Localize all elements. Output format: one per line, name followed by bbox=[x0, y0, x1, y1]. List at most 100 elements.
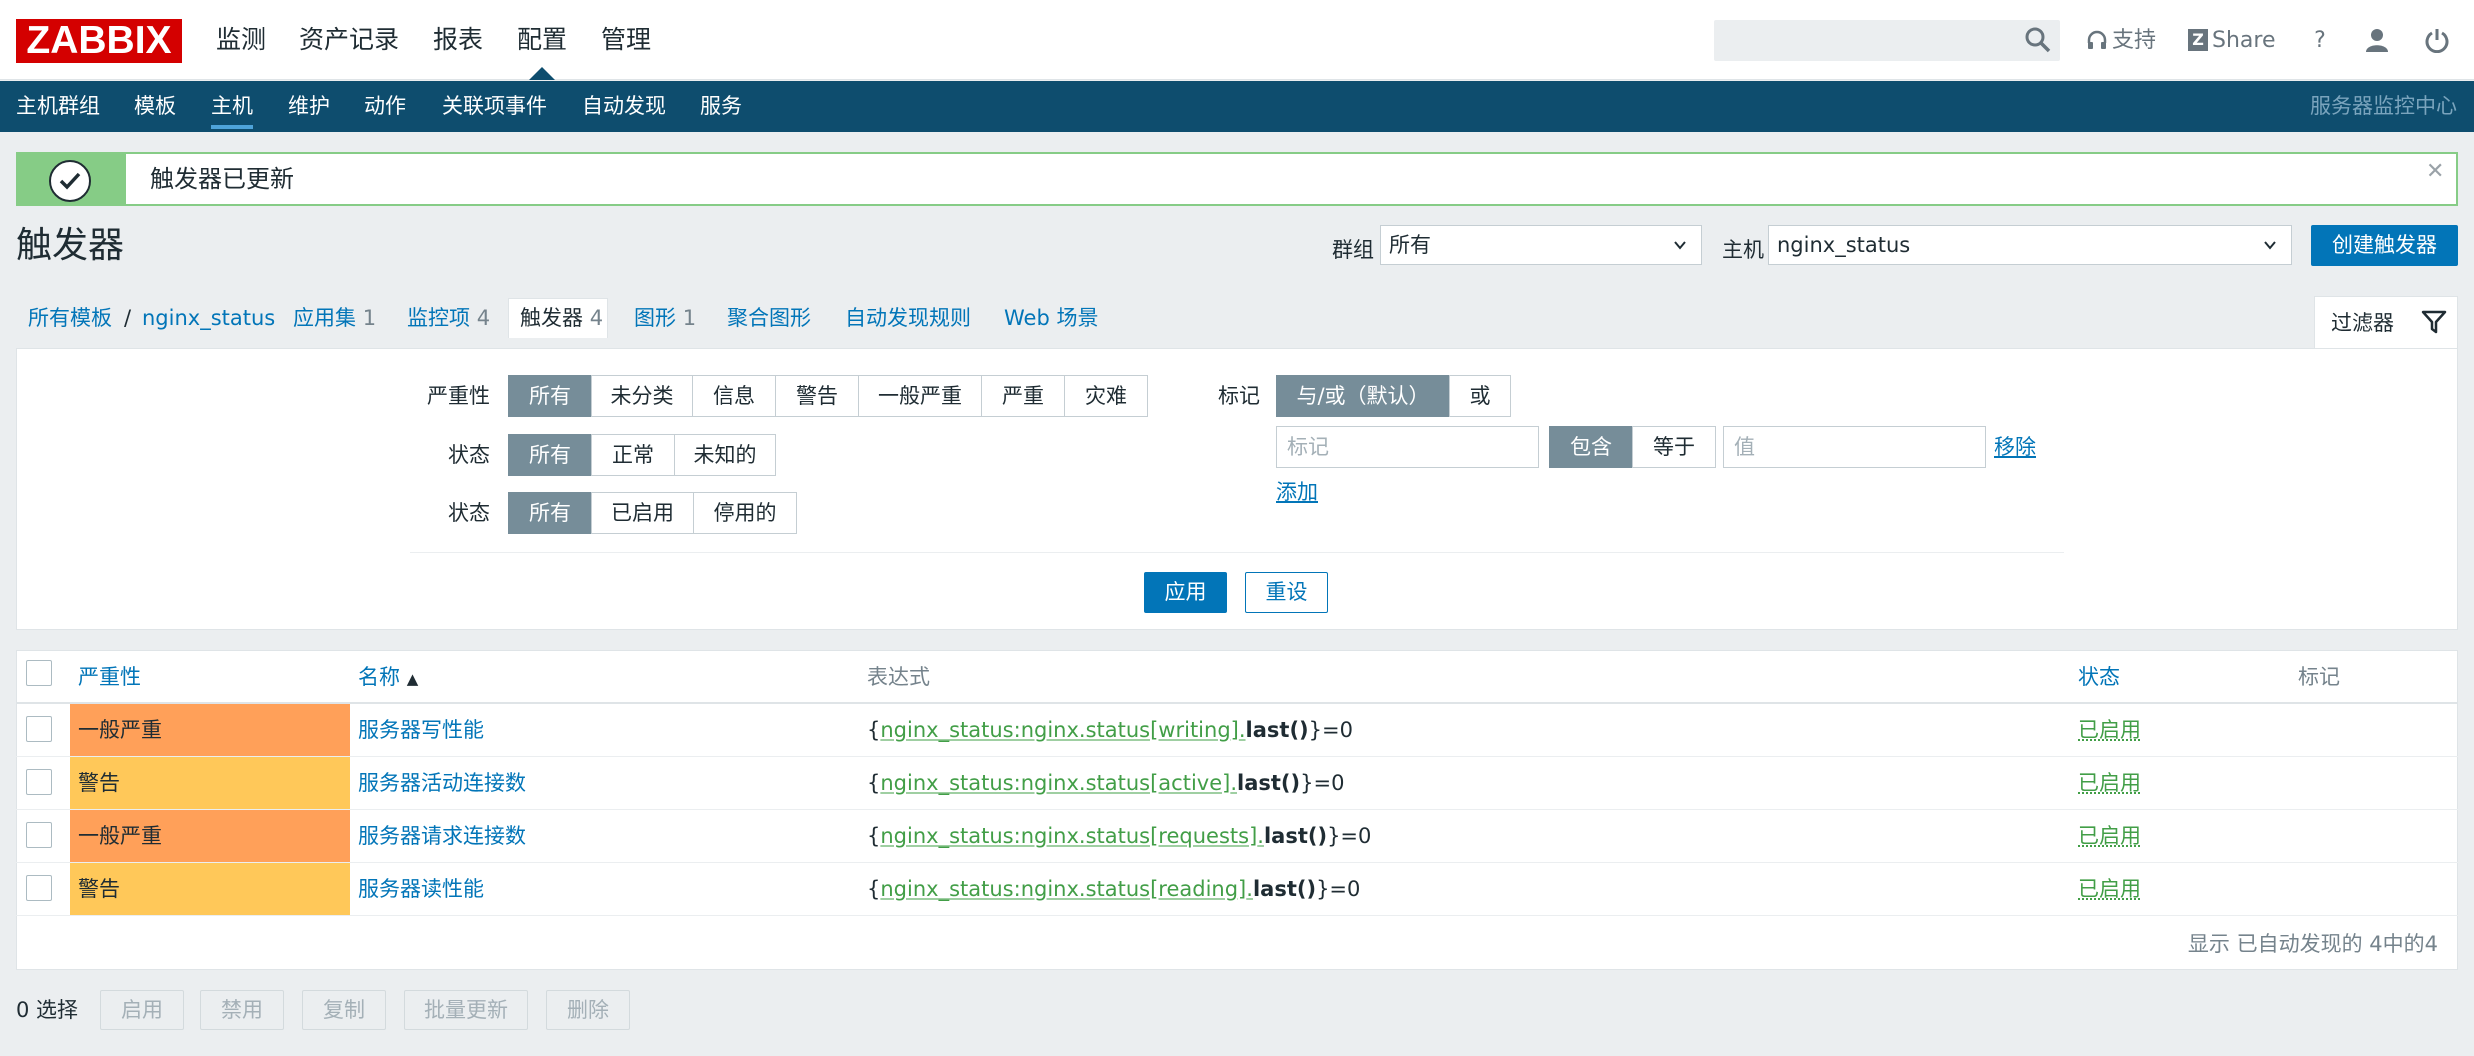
host-select-value: nginx_status bbox=[1777, 233, 1911, 257]
tag-add-link[interactable]: 添加 bbox=[1276, 472, 1318, 512]
submenu-discovery[interactable]: 自动发现 bbox=[582, 81, 666, 132]
tags-or[interactable]: 或 bbox=[1449, 375, 1511, 417]
header-severity[interactable]: 严重性 bbox=[78, 652, 141, 702]
expression-item-link[interactable]: nginx_status:nginx.status[requests] bbox=[880, 824, 1257, 848]
header-name[interactable]: 名称 ▲ bbox=[358, 652, 418, 702]
severity-label: 严重性 bbox=[427, 384, 490, 408]
status-toggle[interactable]: 已启用 bbox=[2078, 810, 2141, 862]
severity-warning[interactable]: 警告 bbox=[775, 375, 859, 417]
mass-update-button[interactable]: 批量更新 bbox=[404, 990, 528, 1030]
header-expression: 表达式 bbox=[867, 665, 930, 689]
host-select[interactable]: nginx_status bbox=[1768, 225, 2292, 265]
reset-button[interactable]: 重设 bbox=[1245, 572, 1328, 613]
apply-button[interactable]: 应用 bbox=[1144, 572, 1227, 613]
group-label: 群组 bbox=[1332, 238, 1374, 262]
expression-item-link[interactable]: nginx_status:nginx.status[writing] bbox=[880, 718, 1238, 742]
tab-discovery-rules[interactable]: 自动发现规则 bbox=[845, 300, 971, 336]
submenu-correlation[interactable]: 关联项事件 bbox=[442, 81, 547, 132]
severity-all[interactable]: 所有 bbox=[508, 375, 592, 417]
expression-item-link[interactable]: nginx_status:nginx.status[active] bbox=[880, 771, 1230, 795]
tag-remove-link[interactable]: 移除 bbox=[1994, 426, 2036, 468]
state-label: 状态 bbox=[448, 443, 490, 467]
severity-cell: 一般严重 bbox=[70, 810, 350, 862]
tags-and-or[interactable]: 与/或（默认） bbox=[1276, 375, 1450, 417]
tab-triggers[interactable]: 触发器 4 bbox=[520, 300, 603, 336]
filter-icon bbox=[2421, 310, 2447, 334]
breadcrumb-all-templates[interactable]: 所有模板 bbox=[28, 300, 112, 336]
row-checkbox[interactable] bbox=[26, 822, 52, 848]
tag-value-input[interactable]: 值 bbox=[1723, 426, 1986, 468]
sign-out-icon[interactable] bbox=[2424, 27, 2450, 53]
status-toggle[interactable]: 已启用 bbox=[2078, 757, 2141, 809]
severity-high[interactable]: 严重 bbox=[981, 375, 1065, 417]
submenu-actions[interactable]: 动作 bbox=[364, 81, 406, 132]
row-checkbox[interactable] bbox=[26, 875, 52, 901]
copy-button[interactable]: 复制 bbox=[302, 990, 386, 1030]
breadcrumb-host[interactable]: nginx_status bbox=[142, 300, 275, 336]
row-checkbox[interactable] bbox=[26, 716, 52, 742]
status-enabled[interactable]: 已启用 bbox=[591, 492, 694, 534]
submenu-host-groups[interactable]: 主机群组 bbox=[16, 81, 100, 132]
disable-button[interactable]: 禁用 bbox=[200, 990, 284, 1030]
status-all[interactable]: 所有 bbox=[508, 492, 592, 534]
submenu-maintenance[interactable]: 维护 bbox=[288, 81, 330, 132]
expression-item-link[interactable]: nginx_status:nginx.status[reading] bbox=[880, 877, 1246, 901]
menu-reports[interactable]: 报表 bbox=[433, 0, 483, 80]
support-link[interactable]: 支持 bbox=[2112, 24, 2156, 58]
chevron-down-icon bbox=[2264, 241, 2276, 250]
close-icon[interactable]: ✕ bbox=[2426, 152, 2444, 192]
tab-applications[interactable]: 应用集 1 bbox=[293, 300, 376, 336]
share-link[interactable]: Share bbox=[2212, 24, 2276, 58]
severity-not-classified[interactable]: 未分类 bbox=[591, 375, 693, 417]
submenu-hosts[interactable]: 主机 bbox=[211, 81, 253, 132]
search-input[interactable] bbox=[1714, 20, 2060, 61]
trigger-name-link[interactable]: 服务器活动连接数 bbox=[358, 757, 526, 809]
select-all-checkbox[interactable] bbox=[26, 660, 52, 686]
table-footer-count: 显示 已自动发现的 4中的4 bbox=[2187, 932, 2438, 956]
page-title: 触发器 bbox=[16, 225, 125, 266]
state-unknown[interactable]: 未知的 bbox=[674, 434, 776, 476]
header-tags: 标记 bbox=[2298, 665, 2340, 689]
severity-disaster[interactable]: 灾难 bbox=[1064, 375, 1148, 417]
severity-average[interactable]: 一般严重 bbox=[858, 375, 982, 417]
menu-configuration[interactable]: 配置 bbox=[517, 0, 567, 80]
menu-inventory[interactable]: 资产记录 bbox=[299, 0, 399, 80]
trigger-name-link[interactable]: 服务器读性能 bbox=[358, 863, 484, 915]
row-checkbox[interactable] bbox=[26, 769, 52, 795]
header-status[interactable]: 状态 bbox=[2078, 652, 2120, 702]
help-icon[interactable]: ? bbox=[2310, 24, 2330, 58]
expression-cell: {nginx_status:nginx.status[active].last(… bbox=[867, 771, 1345, 795]
delete-button[interactable]: 删除 bbox=[546, 990, 630, 1030]
submenu-services[interactable]: 服务 bbox=[700, 81, 742, 132]
filter-tab[interactable]: 过滤器 bbox=[2314, 296, 2458, 348]
group-select[interactable]: 所有 bbox=[1380, 225, 1702, 265]
create-trigger-button[interactable]: 创建触发器 bbox=[2311, 225, 2458, 266]
status-disabled[interactable]: 停用的 bbox=[693, 492, 797, 534]
expression-cell: {nginx_status:nginx.status[reading].last… bbox=[867, 877, 1361, 901]
tag-name-input[interactable]: 标记 bbox=[1276, 426, 1539, 468]
tab-graphs[interactable]: 图形 1 bbox=[634, 300, 696, 336]
host-label: 主机 bbox=[1722, 238, 1764, 262]
trigger-name-link[interactable]: 服务器写性能 bbox=[358, 704, 484, 756]
tab-web-scenarios[interactable]: Web 场景 bbox=[1004, 300, 1098, 336]
state-normal[interactable]: 正常 bbox=[591, 434, 675, 476]
menu-administration[interactable]: 管理 bbox=[601, 0, 651, 80]
status-toggle[interactable]: 已启用 bbox=[2078, 863, 2141, 915]
trigger-name-link[interactable]: 服务器请求连接数 bbox=[358, 810, 526, 862]
submenu-templates[interactable]: 模板 bbox=[134, 81, 176, 132]
zabbix-logo[interactable]: ZABBIX bbox=[16, 19, 182, 63]
status-toggle[interactable]: 已启用 bbox=[2078, 704, 2141, 756]
tab-screens[interactable]: 聚合图形 bbox=[727, 300, 811, 336]
server-name: 服务器监控中心 bbox=[2310, 94, 2457, 118]
search-icon[interactable] bbox=[2024, 26, 2052, 54]
tags-label: 标记 bbox=[1218, 384, 1260, 408]
tag-op-equals[interactable]: 等于 bbox=[1632, 426, 1716, 468]
selected-count: 0 选择 bbox=[16, 998, 79, 1022]
severity-information[interactable]: 信息 bbox=[692, 375, 776, 417]
user-profile-icon[interactable] bbox=[2364, 27, 2390, 53]
menu-monitoring[interactable]: 监测 bbox=[216, 0, 266, 80]
state-all[interactable]: 所有 bbox=[508, 434, 592, 476]
tag-op-contains[interactable]: 包含 bbox=[1549, 426, 1633, 468]
enable-button[interactable]: 启用 bbox=[100, 990, 184, 1030]
tab-items[interactable]: 监控项 4 bbox=[407, 300, 490, 336]
